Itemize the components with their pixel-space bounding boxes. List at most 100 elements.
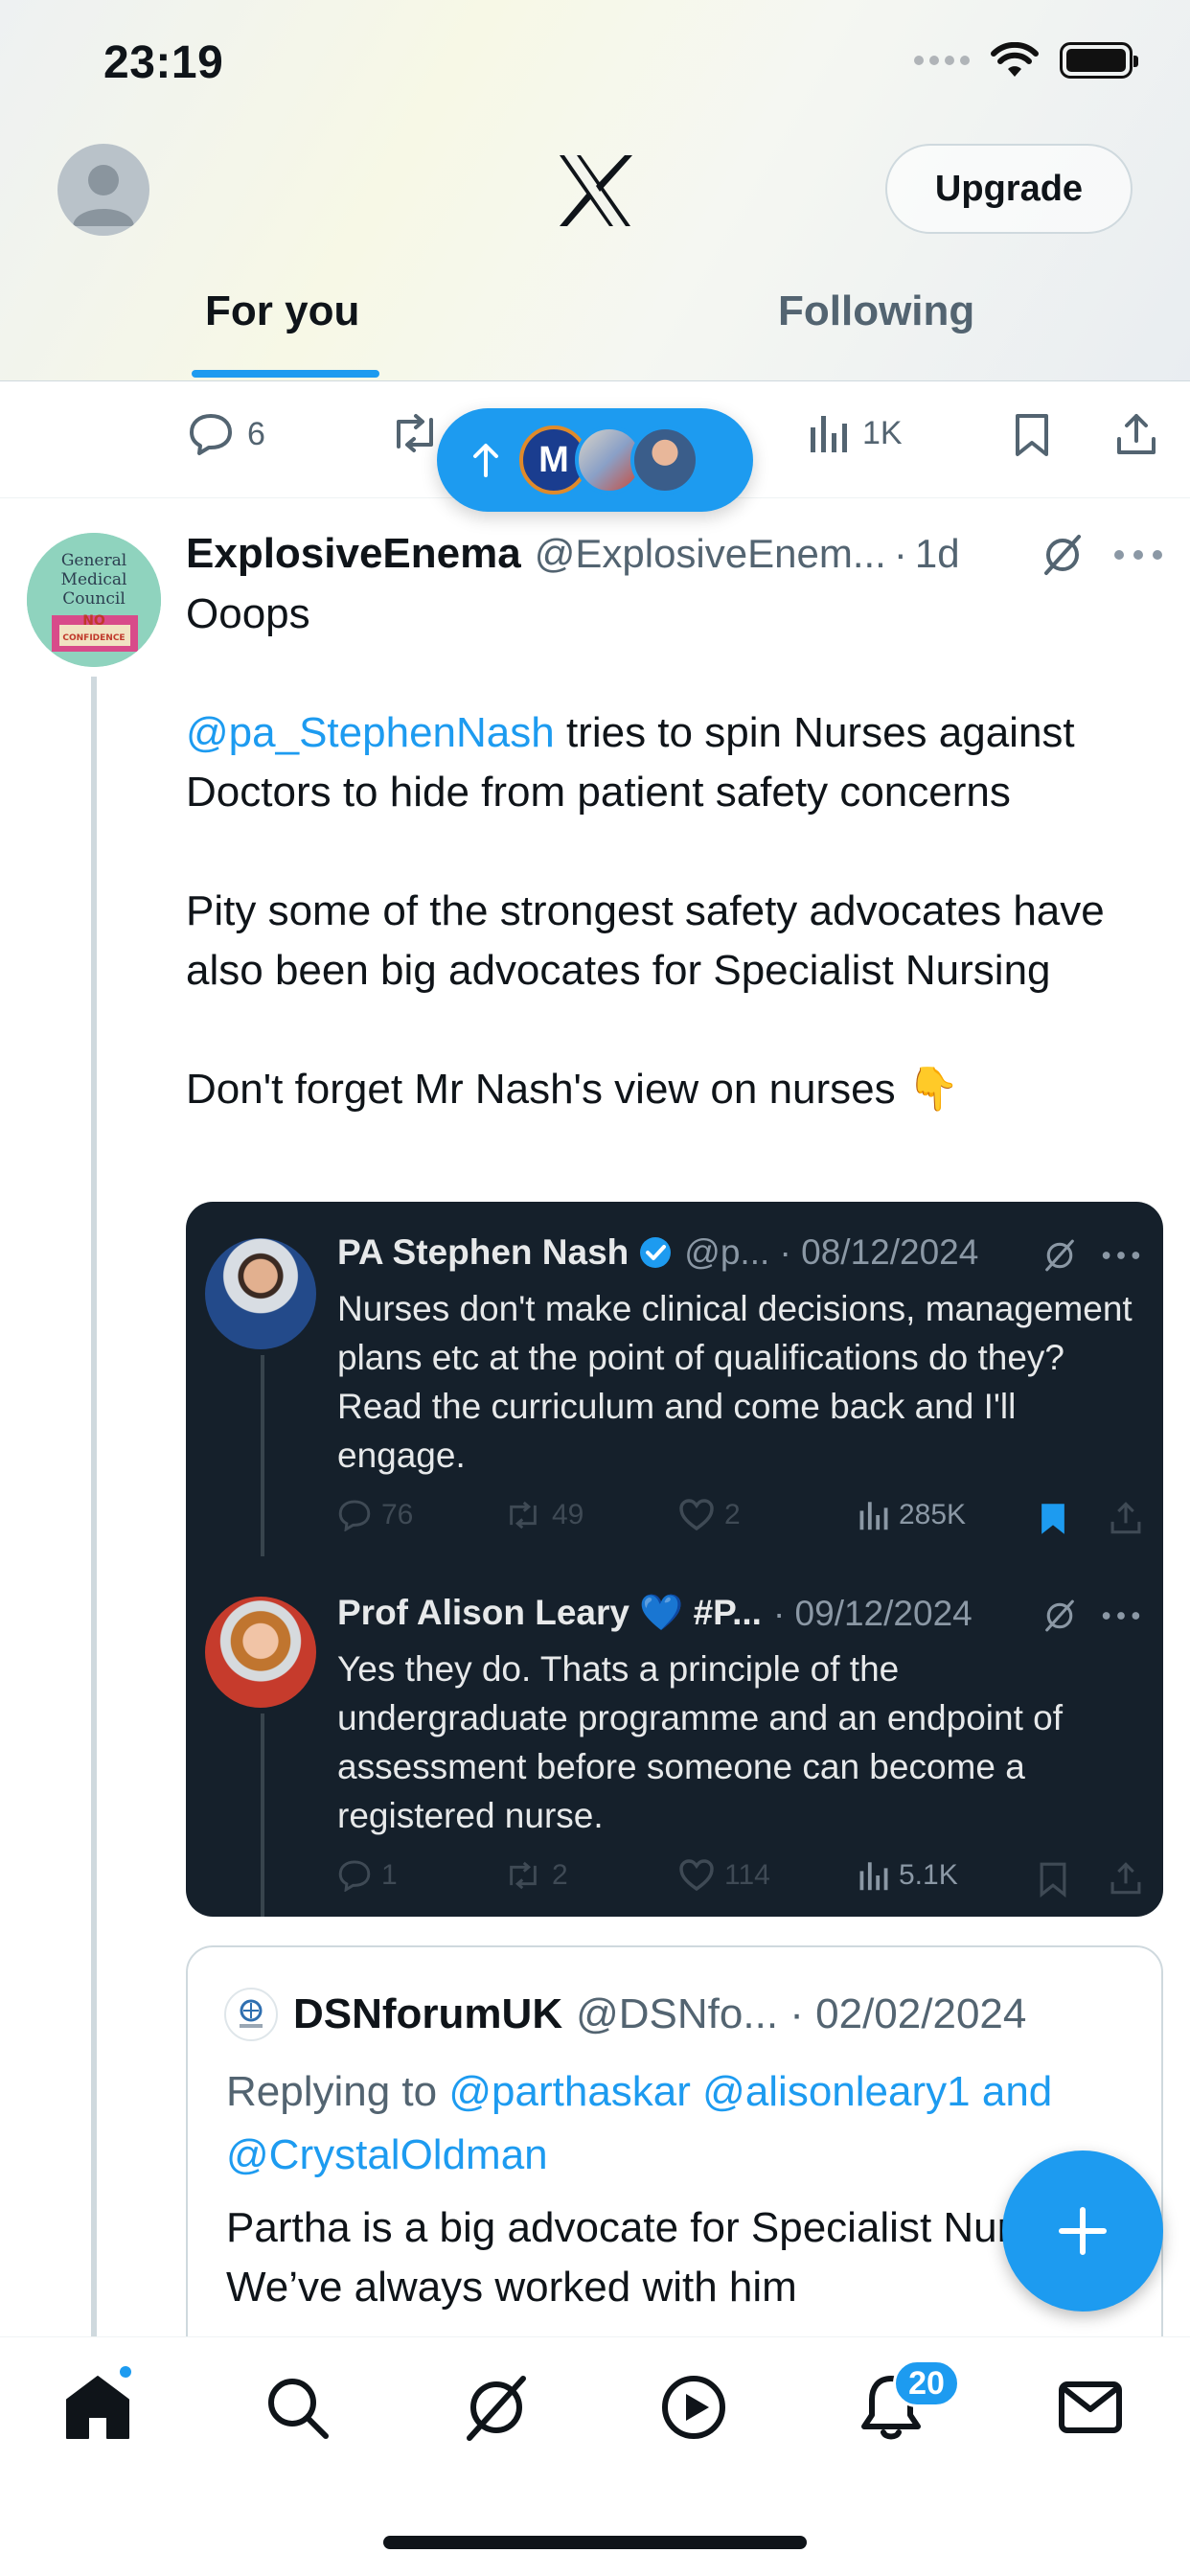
- embedded-tweet-2-name: Prof Alison Leary 💙 #P...: [337, 1593, 762, 1632]
- tweet-line-3: Pity some of the strongest safety advoca…: [186, 887, 1105, 994]
- quoted-author-avatar: [224, 1988, 278, 2041]
- heart-icon: [679, 1859, 714, 1892]
- reply-icon: [190, 414, 232, 455]
- upgrade-button[interactable]: Upgrade: [885, 144, 1133, 234]
- author-handle[interactable]: @ExplosiveEnem...: [535, 531, 886, 577]
- search-icon[interactable]: [261, 2371, 333, 2444]
- quoted-tweet-card[interactable]: DSNforumUK @DSNfo... · 02/02/2024 Replyi…: [186, 1945, 1163, 2386]
- compose-post-button[interactable]: [1002, 2150, 1163, 2312]
- share-button[interactable]: [1115, 412, 1157, 456]
- embedded-reply-count: 76: [381, 1499, 414, 1530]
- bookmark-icon: [1016, 414, 1048, 456]
- views-icon: [859, 1862, 888, 1891]
- video-icon[interactable]: [657, 2371, 730, 2444]
- embedded-tweet-2-actions: 1 2 114 5.1K: [337, 1859, 1142, 1901]
- views-count: 1K: [862, 414, 903, 451]
- repost-icon: [397, 414, 433, 452]
- embedded-repost-count-2: 2: [552, 1859, 568, 1891]
- default-avatar-icon: [73, 165, 134, 226]
- embedded-tweet-2-meta: · 09/12/2024: [772, 1593, 973, 1633]
- verified-badge-icon: [640, 1237, 672, 1268]
- bookmark-filled-icon: [1041, 1504, 1064, 1534]
- notification-badge: 20: [893, 2359, 960, 2407]
- repost-icon: [510, 1501, 537, 1530]
- embedded-tweet-1-actions: 76 49 2 285K: [337, 1499, 1142, 1541]
- embedded-tweet-1-text: Nurses don't make clinical decisions, ma…: [337, 1289, 1133, 1475]
- author-avatar-image: General Medical Council NO CONFIDENCE: [27, 533, 161, 667]
- cellular-signal-icon: [914, 56, 970, 65]
- home-unread-dot: [117, 2363, 134, 2380]
- share-icon: [1117, 414, 1156, 454]
- embedded-repost-count: 49: [552, 1499, 584, 1530]
- author-avatar[interactable]: General Medical Council NO CONFIDENCE: [27, 533, 161, 667]
- tweet-image[interactable]: PA Stephen Nash @p... · 08/12/2024 Nurse…: [186, 1202, 1163, 1917]
- home-indicator: [383, 2536, 807, 2549]
- battery-icon: [1060, 42, 1138, 79]
- embedded-grok-icon: [1045, 1239, 1074, 1272]
- grok-icon[interactable]: [1041, 533, 1085, 577]
- wifi-icon: [991, 42, 1039, 77]
- share-icon: [1110, 1502, 1141, 1534]
- share-icon: [1110, 1862, 1141, 1895]
- embedded-like-2: 114: [678, 1859, 770, 1892]
- plus-icon: [1059, 2207, 1107, 2255]
- mention-link[interactable]: @pa_StephenNash: [186, 709, 555, 756]
- home-icon[interactable]: [61, 2371, 134, 2444]
- grok-icon[interactable]: [460, 2371, 533, 2444]
- more-options-icon[interactable]: [1113, 548, 1163, 562]
- thread-line: [91, 677, 97, 2340]
- repost-icon: [510, 1861, 537, 1890]
- reply-button[interactable]: 6: [188, 412, 265, 456]
- top-header: 23:19 Upgrade For you Following: [0, 0, 1190, 381]
- tab-for-you[interactable]: For you: [205, 288, 359, 335]
- embedded-more-icon-2: [1102, 1612, 1140, 1620]
- tweet-line-1: Ooops: [186, 590, 310, 637]
- embedded-views-count: 285K: [899, 1499, 967, 1530]
- embedded-grok-icon-2: [1045, 1599, 1074, 1632]
- arrow-up-icon: [473, 444, 498, 477]
- pill-avatar-letter: M: [538, 439, 569, 480]
- embedded-reply: 76: [337, 1499, 413, 1531]
- repost-button[interactable]: [389, 412, 441, 454]
- embedded-views-count-2: 5.1K: [899, 1859, 958, 1891]
- pill-avatar-3: [630, 426, 699, 494]
- heart-icon: [679, 1499, 714, 1531]
- embedded-avatar-2: [205, 1597, 316, 1708]
- views-icon: [859, 1502, 888, 1530]
- replying-to-prefix: Replying to: [226, 2068, 438, 2115]
- views-button[interactable]: 1K: [809, 412, 903, 454]
- tweet-line-4: Don't forget Mr Nash's view on nurses 👇: [186, 1066, 960, 1113]
- new-posts-pill[interactable]: M: [437, 408, 753, 512]
- author-name[interactable]: ExplosiveEnema: [186, 530, 521, 578]
- bookmark-button[interactable]: [1014, 412, 1050, 458]
- status-time: 23:19: [103, 37, 224, 88]
- svg-text:Council: Council: [62, 589, 126, 609]
- tweet-line-2: @pa_StephenNash tries to spin Nurses aga…: [186, 703, 1163, 822]
- embedded-tweet-2-text: Yes they do. Thats a principle of the un…: [337, 1649, 1063, 1835]
- svg-text:General: General: [61, 551, 126, 570]
- quoted-tweet-header: DSNforumUK @DSNfo... · 02/02/2024: [224, 1988, 1026, 2041]
- messages-icon[interactable]: [1054, 2371, 1127, 2444]
- embedded-tweet-1-name: PA Stephen Nash: [337, 1232, 629, 1272]
- embedded-avatar-1: [205, 1238, 316, 1349]
- embedded-like-count-2: 114: [724, 1859, 770, 1891]
- separator-dot: ·: [893, 531, 907, 576]
- reply-count: 6: [247, 415, 265, 452]
- reply-icon: [338, 1860, 371, 1892]
- embedded-like-count: 2: [724, 1499, 741, 1530]
- tweet-text: Ooops @pa_StephenNash tries to spin Nurs…: [186, 585, 1163, 1119]
- replying-to: Replying to @parthaskar @alisonleary1 an…: [226, 2060, 1146, 2187]
- embedded-views-2: 5.1K: [858, 1859, 958, 1892]
- tweet-time[interactable]: 1d: [915, 531, 960, 577]
- embedded-tweet-1-header: PA Stephen Nash @p... · 08/12/2024: [337, 1232, 978, 1273]
- tab-following[interactable]: Following: [778, 288, 974, 335]
- profile-avatar[interactable]: [57, 144, 149, 236]
- svg-text:NO: NO: [82, 613, 105, 629]
- embedded-more-icon: [1102, 1252, 1140, 1259]
- embedded-thread-line: [261, 1355, 264, 1556]
- quoted-author-name: DSNforumUK: [293, 1990, 563, 2037]
- dsn-forum-logo-icon: [240, 1999, 263, 2028]
- embedded-reply-2: 1: [337, 1859, 398, 1892]
- embedded-thread-line-2: [261, 1714, 264, 1917]
- x-logo-icon[interactable]: [556, 151, 634, 230]
